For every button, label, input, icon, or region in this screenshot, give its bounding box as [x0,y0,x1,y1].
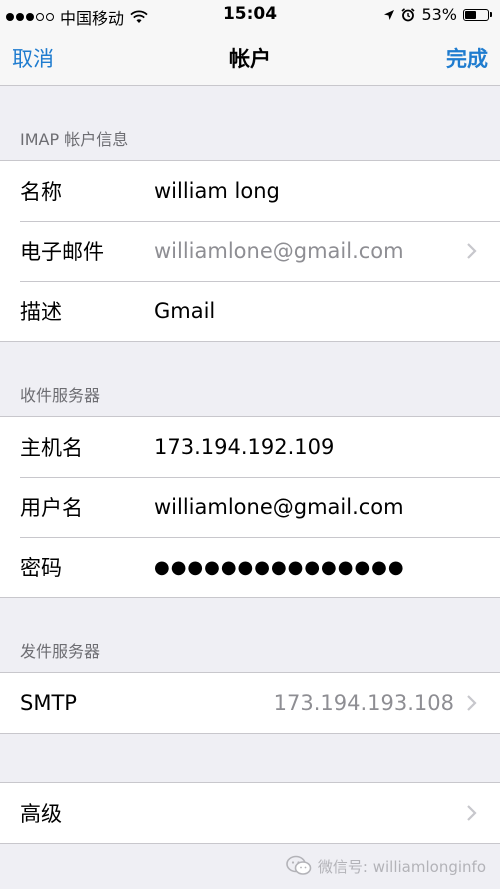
row-label: 密码 [20,556,62,580]
group-outgoing: SMTP 173.194.193.108 [0,672,500,734]
group-incoming: 主机名 173.194.192.109 用户名 williamlone@gmai… [0,416,500,598]
smtp-value: 173.194.193.108 [273,691,454,715]
status-bar: 中国移动 15:04 53% [0,0,500,28]
section-header-imap: IMAP 帐户信息 [20,130,129,149]
row-advanced[interactable]: 高级 [0,783,500,843]
row-label: SMTP [20,691,77,715]
section-header-incoming: 收件服务器 [20,386,101,405]
section-header-outgoing: 发件服务器 [20,642,101,661]
watermark: 微信号: williamlonginfo [286,855,486,877]
status-right: 53% [383,5,492,24]
group-advanced: 高级 [0,782,500,844]
row-label: 用户名 [20,496,83,520]
wechat-icon [286,855,312,875]
row-label: 电子邮件 [20,240,104,264]
chevron-right-icon [467,805,477,821]
battery-percent: 53% [421,5,457,24]
navigation-bar: 取消 帐户 完成 [0,28,500,86]
row-email[interactable]: 电子邮件 williamlone@gmail.com [0,221,500,281]
chevron-right-icon [467,695,477,711]
password-field[interactable]: ●●●●●●●●●●●●●●● [154,557,405,578]
page-title: 帐户 [229,47,271,71]
row-name[interactable]: 名称 william long [0,161,500,221]
username-field[interactable]: williamlone@gmail.com [154,495,404,519]
row-description[interactable]: 描述 Gmail [0,281,500,341]
row-label: 描述 [20,300,62,324]
row-label: 名称 [20,180,62,204]
name-field[interactable]: william long [154,179,280,203]
row-label: 高级 [20,802,62,826]
email-value: williamlone@gmail.com [154,239,404,263]
location-arrow-icon [384,9,395,20]
row-hostname[interactable]: 主机名 173.194.192.109 [0,417,500,477]
row-label: 主机名 [20,436,83,460]
watermark-text: 微信号: williamlonginfo [317,857,486,876]
settings-content: IMAP 帐户信息 名称 william long 电子邮件 williamlo… [0,86,500,844]
chevron-right-icon [467,243,477,259]
battery-icon [463,8,492,21]
alarm-clock-icon [401,7,415,21]
row-password[interactable]: 密码 ●●●●●●●●●●●●●●● [0,537,500,597]
hostname-field[interactable]: 173.194.192.109 [154,435,334,459]
row-smtp[interactable]: SMTP 173.194.193.108 [0,673,500,733]
group-imap: 名称 william long 电子邮件 williamlone@gmail.c… [0,160,500,342]
description-field[interactable]: Gmail [154,299,215,323]
row-username[interactable]: 用户名 williamlone@gmail.com [0,477,500,537]
done-button[interactable]: 完成 [446,43,488,73]
